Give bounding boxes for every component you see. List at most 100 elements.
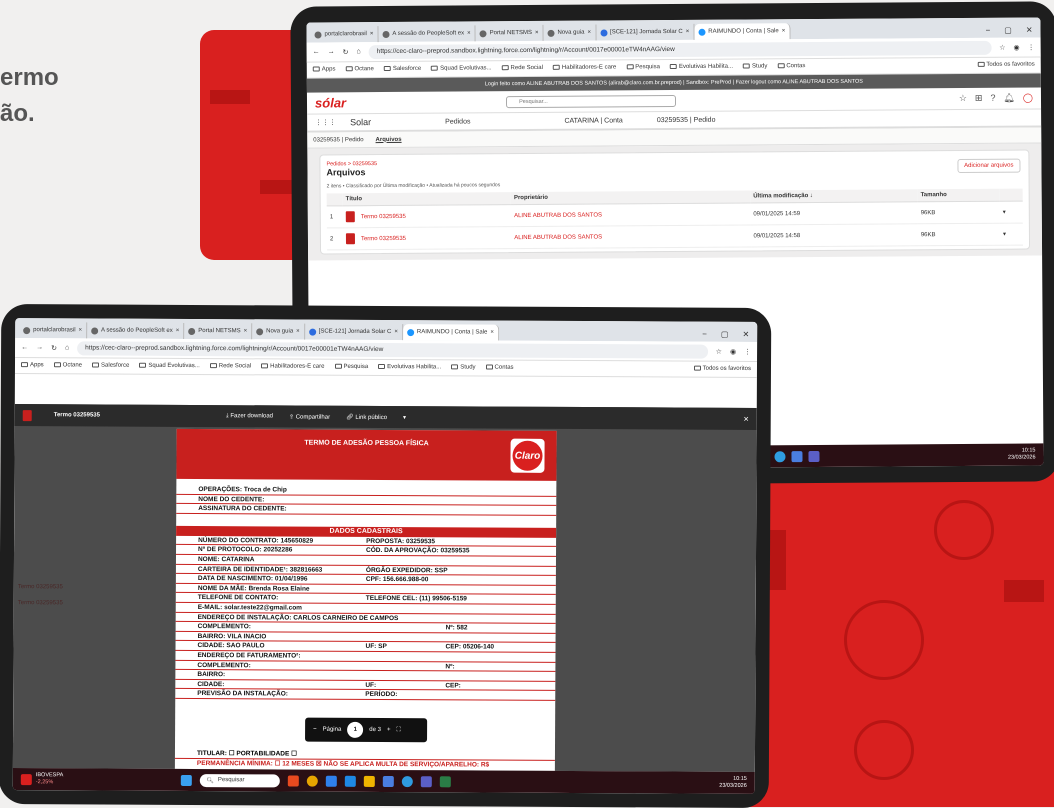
browser-tab[interactable]: portalclarobrasil × — [310, 26, 379, 43]
menu-icon[interactable]: ⋮ — [1028, 43, 1035, 51]
browser-tab[interactable]: Portal NETSMS × — [475, 24, 544, 42]
folder-icon[interactable] — [364, 775, 376, 787]
global-search-input[interactable]: Pesquisar... — [506, 94, 677, 108]
add-icon[interactable]: ⊞ — [975, 93, 983, 104]
excel-icon[interactable] — [440, 775, 452, 787]
teams-icon[interactable] — [421, 775, 433, 787]
bookmark[interactable]: Contas — [777, 64, 805, 70]
bookmark-all[interactable]: Todos os favoritos — [693, 366, 751, 372]
page-number-input[interactable]: 1 — [347, 721, 364, 738]
browser-tab[interactable]: Nova guia × — [252, 323, 305, 340]
app-launcher-icon[interactable]: ⋮⋮⋮ — [315, 118, 336, 126]
bookmark[interactable]: Habilitadores-E care — [261, 363, 325, 370]
bookmark[interactable]: Pesquisa — [626, 65, 660, 71]
minimize-icon[interactable]: − — [986, 25, 991, 34]
reload-icon[interactable]: ↻ — [51, 344, 57, 352]
bell-icon[interactable]: 🔔︎ — [1003, 93, 1015, 104]
edge-icon[interactable] — [402, 775, 414, 787]
close-icon[interactable]: ✕ — [742, 329, 749, 338]
col-title[interactable]: Título — [342, 192, 511, 206]
col-modified[interactable]: Última modificação ↓ — [750, 189, 918, 203]
taskbar-search[interactable]: 🔍︎ Pesquisar — [200, 773, 281, 787]
share-button[interactable]: ⇪ Compartilhar — [289, 413, 330, 420]
public-link-button[interactable]: 🔗︎ Link público — [346, 413, 387, 420]
bookmark[interactable]: Habilitadores-E care — [552, 65, 616, 72]
avatar[interactable]: ◯ — [1023, 92, 1033, 103]
bookmark[interactable]: Study — [451, 364, 476, 371]
bookmark[interactable]: Rede Social — [209, 363, 251, 370]
forward-arrow-icon[interactable]: → — [328, 48, 335, 55]
download-button[interactable]: ⤓ Fazer download — [226, 413, 273, 420]
zoom-out-icon[interactable]: − — [313, 727, 317, 733]
store-icon[interactable] — [383, 775, 395, 787]
owner-link[interactable]: ALINE ABUTRAB DOS SANTOS — [510, 202, 751, 227]
bookmark[interactable]: Octane — [345, 67, 374, 73]
col-size[interactable]: Tamanho — [917, 188, 1000, 202]
subtab-order[interactable]: 03259535 | Pedido — [313, 137, 363, 143]
bookmark[interactable]: Pesquisa — [334, 364, 368, 370]
taskbar-clock[interactable]: 10:15 23/03/2026 — [719, 776, 747, 790]
store-icon[interactable] — [791, 450, 803, 462]
file-title-link[interactable]: Termo 03259535 — [342, 226, 512, 250]
close-viewer-button[interactable]: × — [743, 414, 748, 424]
browser-tab[interactable]: [SCE-121] Jornada Solar C × — [595, 23, 695, 41]
bookmark[interactable]: Study — [742, 64, 767, 70]
nav-item-account[interactable]: CATARINA | Conta — [564, 117, 622, 124]
mail-icon[interactable] — [326, 775, 338, 787]
bookmark[interactable]: Evolutivas Habilita... — [669, 64, 733, 71]
browser-tab[interactable]: Nova guia × — [543, 24, 597, 41]
file-title-link[interactable]: Termo 03259535 — [342, 204, 512, 228]
help-icon[interactable]: ? — [990, 93, 995, 104]
bookmark[interactable]: Contas — [485, 364, 514, 371]
maximize-icon[interactable]: ▢ — [721, 329, 729, 338]
maximize-icon[interactable]: ▢ — [1004, 25, 1012, 34]
bookmark[interactable]: Squad Evolutivas... — [431, 66, 492, 72]
browser-tab[interactable]: A sessão do PeopleSoft ex × — [378, 25, 476, 43]
url-input[interactable]: https://cec-claro--preprod.sandbox.light… — [368, 40, 992, 59]
close-icon[interactable]: ✕ — [1026, 25, 1033, 34]
add-files-button[interactable]: Adicionar arquivos — [957, 158, 1021, 174]
fullscreen-icon[interactable]: ⛶ — [396, 727, 400, 734]
back-arrow-icon[interactable]: ← — [313, 48, 320, 55]
menu-icon[interactable]: ⋮ — [744, 347, 751, 355]
windows-start-icon[interactable] — [181, 774, 193, 786]
profile-icon[interactable]: ◉ — [730, 347, 736, 355]
home-icon[interactable]: ⌂ — [65, 344, 69, 351]
url-input[interactable]: https://cec-claro--preprod.sandbox.light… — [77, 340, 708, 359]
favorites-icon[interactable]: ☆ — [959, 93, 967, 104]
browser-tab-active[interactable]: RAIMUNDO | Conta | Sale × — [402, 324, 499, 341]
browser-tab[interactable]: Portal NETSMS × — [184, 322, 253, 340]
nav-item-pedidos[interactable]: Pedidos — [445, 118, 470, 125]
reload-icon[interactable]: ↻ — [343, 48, 349, 56]
bookmark[interactable]: Salesforce — [383, 66, 421, 72]
more-actions-icon[interactable]: ▾ — [403, 414, 406, 421]
row-action-menu[interactable]: ▾ — [999, 201, 1023, 224]
bookmark[interactable]: Squad Evolutivas... — [139, 363, 200, 370]
profile-icon[interactable]: ◉ — [1013, 43, 1020, 51]
browser-tab-active[interactable]: RAIMUNDO | Conta | Sale × — [694, 23, 791, 40]
calendar-icon[interactable] — [345, 775, 357, 787]
bookmark-all[interactable]: Todos os favoritos — [977, 62, 1035, 68]
bookmark[interactable]: Octane — [53, 362, 82, 369]
browser-tab[interactable]: [SCE-121] Jornada Solar C × — [304, 323, 403, 341]
nav-item-order[interactable]: 03259535 | Pedido — [657, 116, 716, 123]
bookmark[interactable]: Salesforce — [92, 362, 129, 369]
taskbar-clock[interactable]: 10:15 23/03/2026 — [1008, 447, 1036, 461]
bookmark-apps[interactable]: Apps — [312, 67, 335, 73]
subtab-files[interactable]: Arquivos — [376, 136, 402, 142]
back-arrow-icon[interactable]: ← — [21, 344, 28, 351]
browser-tab[interactable]: portalclarobrasil × — [19, 322, 88, 339]
home-icon[interactable]: ⌂ — [357, 48, 361, 55]
minimize-icon[interactable]: − — [702, 329, 707, 338]
chrome-icon[interactable] — [307, 775, 319, 787]
star-icon[interactable]: ☆ — [716, 347, 722, 355]
browser-tab[interactable]: A sessão do PeopleSoft ex × — [87, 322, 185, 339]
teams-icon[interactable] — [808, 450, 820, 462]
stock-widget[interactable]: IBOVESPA -2,25% — [20, 772, 63, 786]
forward-arrow-icon[interactable]: → — [36, 344, 43, 351]
row-action-menu[interactable]: ▾ — [999, 223, 1024, 246]
bookmark-apps[interactable]: Apps — [20, 362, 44, 369]
task-view-icon[interactable] — [288, 774, 300, 787]
edge-icon[interactable] — [774, 450, 786, 462]
bookmark[interactable]: Rede Social — [501, 65, 543, 72]
